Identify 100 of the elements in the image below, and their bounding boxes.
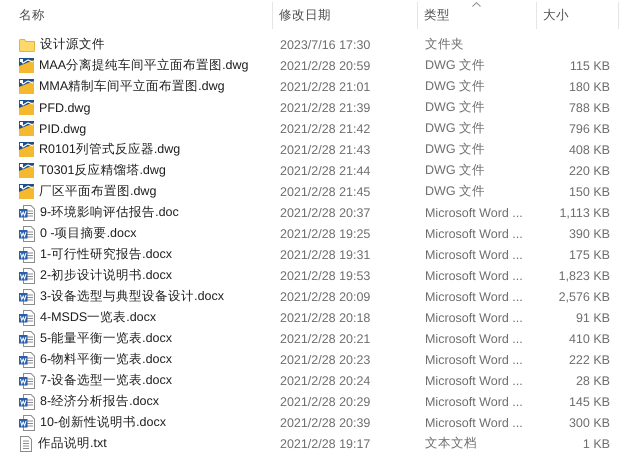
file-size: 1,113 KB: [558, 206, 611, 220]
file-name[interactable]: 8-经济分析报告.docx: [40, 393, 159, 410]
file-size: 180 KB: [568, 80, 611, 94]
modified-date: 2021/2/28 20:21: [279, 332, 372, 346]
modified-date: 2021/2/28 20:23: [279, 352, 372, 366]
file-size: 408 KB: [568, 142, 611, 156]
file-name[interactable]: T0301反应精馏塔.dwg: [39, 162, 166, 179]
word-document-icon: [19, 226, 35, 242]
file-size: 28 KB: [574, 374, 611, 388]
modified-date: 2021/2/28 21:44: [279, 164, 372, 178]
file-name[interactable]: 作品说明.txt: [38, 435, 107, 452]
folder-icon: [19, 38, 35, 52]
file-size: 145 KB: [568, 394, 611, 408]
file-size: 222 KB: [568, 352, 611, 366]
word-document-icon: [19, 330, 35, 346]
drawing-file-icon: [19, 100, 34, 115]
file-name[interactable]: 7-设备选型一览表.docx: [40, 372, 172, 389]
file-type: Microsoft Word ...: [424, 310, 524, 324]
word-document-icon: [19, 246, 35, 262]
drawing-file-icon: [19, 142, 34, 157]
file-size: 91 KB: [574, 310, 611, 324]
file-size: 175 KB: [568, 248, 611, 262]
file-name[interactable]: MAA分离提纯车间平立面布置图.dwg: [39, 57, 248, 74]
file-name[interactable]: 2-初步设计说明书.docx: [40, 267, 172, 284]
word-document-icon: [19, 414, 35, 430]
file-type: Microsoft Word ...: [424, 416, 524, 430]
file-name[interactable]: 4-MSDS一览表.docx: [40, 309, 156, 326]
word-document-icon: [19, 310, 35, 326]
file-name[interactable]: 9-环境影响评估报告.doc: [40, 204, 179, 221]
file-type: DWG 文件: [424, 162, 486, 179]
modified-date: 2021/2/28 20:37: [279, 206, 372, 220]
file-size: 300 KB: [568, 416, 611, 430]
file-size: 390 KB: [568, 226, 611, 240]
file-size: 2,576 KB: [558, 290, 611, 304]
text-document-icon: [19, 436, 33, 452]
column-header[interactable]: 修改日期: [273, 2, 418, 29]
file-name[interactable]: MMA精制车间平立面布置图.dwg: [39, 78, 225, 95]
file-name[interactable]: 设计源文件: [40, 36, 105, 53]
modified-date: 2021/2/28 21:39: [279, 100, 372, 114]
file-type: DWG 文件: [424, 78, 486, 95]
file-type: Microsoft Word ...: [424, 332, 524, 346]
modified-date: 2021/2/28 20:18: [279, 310, 372, 324]
file-type: Microsoft Word ...: [424, 226, 524, 240]
file-name[interactable]: 1-可行性研究报告.docx: [40, 246, 172, 263]
file-type: Microsoft Word ...: [424, 268, 524, 282]
column-header[interactable]: 名称: [0, 2, 273, 29]
drawing-file-icon: [19, 79, 34, 94]
modified-date: 2021/2/28 21:45: [279, 184, 372, 198]
file-name[interactable]: 10-创新性说明书.docx: [40, 414, 166, 431]
file-type: DWG 文件: [424, 141, 486, 158]
word-document-icon: [19, 394, 35, 410]
modified-date: 2021/2/28 20:24: [279, 374, 372, 388]
file-size: 115 KB: [568, 58, 611, 72]
modified-date: 2021/2/28 19:25: [279, 226, 372, 240]
modified-date: 2021/2/28 21:01: [279, 80, 372, 94]
modified-date: 2021/2/28 19:31: [279, 248, 372, 262]
file-name[interactable]: 6-物料平衡一览表.docx: [40, 351, 172, 368]
word-document-icon: [19, 352, 35, 368]
file-size: 410 KB: [568, 332, 611, 346]
modified-date: 2021/2/28 20:09: [279, 290, 372, 304]
drawing-file-icon: [19, 58, 34, 73]
file-type: DWG 文件: [424, 183, 486, 200]
modified-date: 2021/2/28 19:17: [279, 436, 372, 450]
modified-date: 2023/7/16 17:30: [279, 38, 372, 52]
column-header[interactable]: 大小: [537, 2, 619, 29]
file-size: 788 KB: [568, 100, 611, 114]
file-type: Microsoft Word ...: [424, 352, 524, 366]
file-name[interactable]: 0 -项目摘要.docx: [40, 225, 136, 242]
file-type: 文本文档: [424, 435, 478, 452]
word-document-icon: [19, 204, 35, 220]
drawing-file-icon: [19, 121, 34, 136]
modified-date: 2021/2/28 20:29: [279, 394, 372, 408]
file-size: 1 KB: [582, 436, 611, 450]
file-type: Microsoft Word ...: [424, 394, 524, 408]
drawing-file-icon: [19, 163, 34, 178]
file-size: 796 KB: [568, 122, 611, 136]
drawing-file-icon: [19, 184, 34, 199]
file-size: 1,823 KB: [558, 268, 611, 282]
file-name[interactable]: PFD.dwg: [39, 100, 90, 114]
file-name[interactable]: 3-设备选型与典型设备设计.docx: [40, 288, 224, 305]
file-name[interactable]: R0101列管式反应器.dwg: [39, 141, 180, 158]
modified-date: 2021/2/28 20:39: [279, 416, 372, 430]
modified-date: 2021/2/28 19:53: [279, 268, 372, 282]
file-type: DWG 文件: [424, 99, 486, 116]
modified-date: 2021/2/28 21:42: [279, 122, 372, 136]
file-type: Microsoft Word ...: [424, 290, 524, 304]
file-name[interactable]: 5-能量平衡一览表.docx: [40, 330, 172, 347]
column-header[interactable]: 类型: [418, 2, 537, 29]
file-type: Microsoft Word ...: [424, 248, 524, 262]
file-type: Microsoft Word ...: [424, 206, 524, 220]
file-size: 220 KB: [568, 164, 611, 178]
file-name[interactable]: 厂区平面布置图.dwg: [39, 183, 156, 200]
file-type: Microsoft Word ...: [424, 374, 524, 388]
word-document-icon: [19, 372, 35, 388]
sort-chevron-icon: [472, 2, 481, 7]
word-document-icon: [19, 268, 35, 284]
modified-date: 2021/2/28 20:59: [279, 58, 372, 72]
file-type: DWG 文件: [424, 120, 486, 137]
file-name[interactable]: PID.dwg: [39, 122, 86, 136]
word-document-icon: [19, 288, 35, 304]
